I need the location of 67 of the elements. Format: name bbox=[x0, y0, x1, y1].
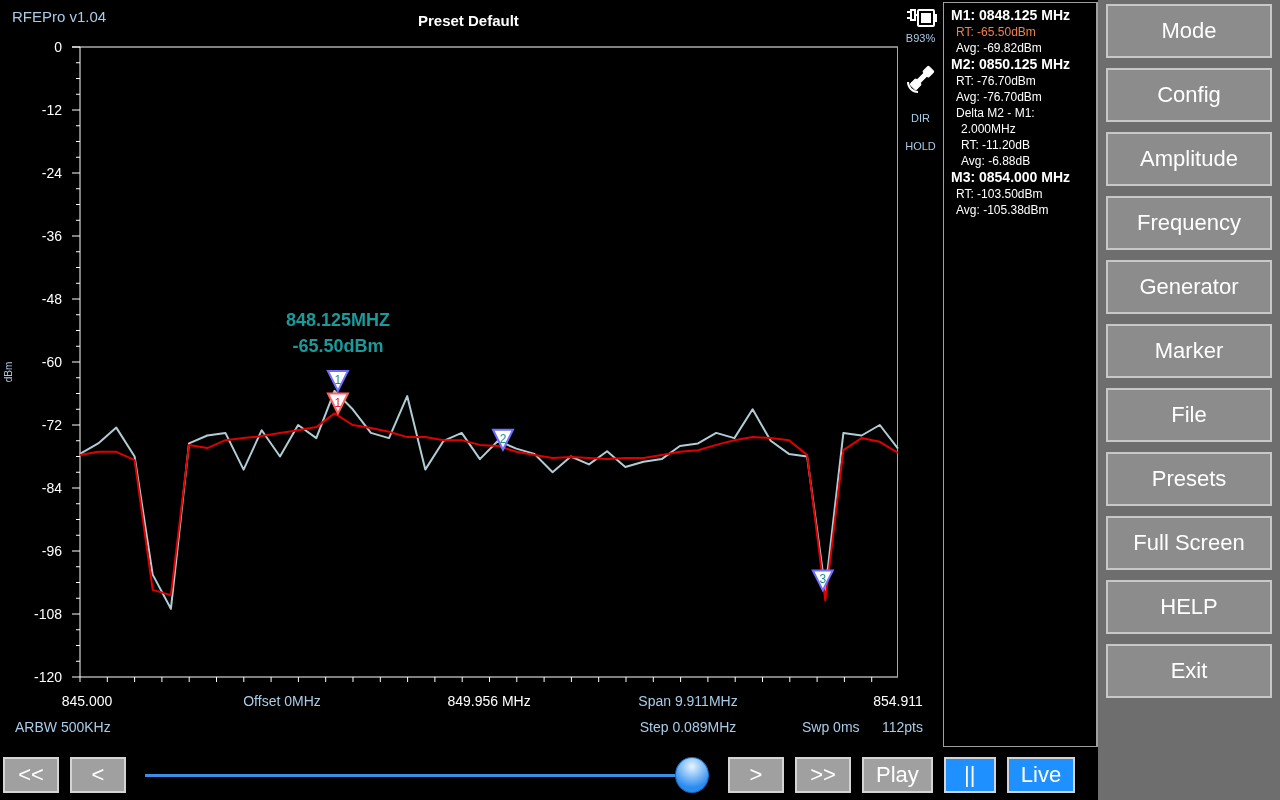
y-tick-label: -36 bbox=[41, 228, 62, 244]
y-tick-label: -60 bbox=[41, 354, 62, 370]
annotation: 1 bbox=[334, 372, 342, 387]
playback-button[interactable]: Live bbox=[1006, 757, 1076, 793]
marker-reading: RT: -76.70dBm bbox=[955, 73, 1037, 89]
marker-heading: M1: 0848.125 MHz bbox=[951, 7, 1072, 24]
marker-reading: Avg: -69.82dBm bbox=[955, 40, 1043, 56]
marker-heading: M3: 0854.000 MHz bbox=[951, 169, 1072, 186]
y-tick-label: -84 bbox=[41, 480, 62, 496]
marker-reading: 2.000MHz bbox=[960, 121, 1017, 137]
menu-button[interactable]: Exit bbox=[1106, 644, 1272, 698]
marker-frequency-readout: 848.125MHZ bbox=[285, 310, 390, 330]
y-tick-label: -108 bbox=[33, 606, 62, 622]
menu-button[interactable]: File bbox=[1106, 388, 1272, 442]
menu-button[interactable]: Amplitude bbox=[1106, 132, 1272, 186]
marker-heading: M2: 0850.125 MHz bbox=[951, 56, 1072, 73]
points-label: 112pts bbox=[882, 719, 923, 735]
annotation: 1 bbox=[334, 395, 342, 410]
y-tick-label: 0 bbox=[54, 39, 62, 55]
playback-button[interactable]: > bbox=[728, 757, 784, 793]
marker-reading: Avg: -76.70dBm bbox=[955, 89, 1043, 105]
playback-button[interactable]: << bbox=[3, 757, 59, 793]
x-tick-label: 845.000 bbox=[61, 693, 113, 709]
preset-title: Preset Default bbox=[418, 11, 519, 29]
annotation: 2 bbox=[499, 431, 507, 446]
x-tick-label: 849.956 MHz bbox=[447, 693, 531, 709]
marker-level-readout: -65.50dBm bbox=[292, 336, 384, 356]
menu-button[interactable]: Generator bbox=[1106, 260, 1272, 314]
app-version: RFEPro v1.04 bbox=[11, 7, 108, 25]
battery-level: B93% bbox=[905, 32, 936, 44]
y-tick-label: -24 bbox=[41, 165, 62, 181]
marker-reading: Delta M2 - M1: bbox=[955, 105, 1036, 121]
menu-button[interactable]: Presets bbox=[1106, 452, 1272, 506]
mode-indicator: DIR bbox=[911, 112, 930, 124]
marker-flag[interactable]: 3 bbox=[811, 569, 835, 593]
playback-button[interactable]: || bbox=[943, 757, 996, 793]
y-tick-label: -12 bbox=[41, 102, 62, 118]
marker-flag[interactable]: 1 bbox=[326, 392, 350, 416]
y-tick-label: -48 bbox=[41, 291, 62, 307]
playback-button[interactable]: < bbox=[70, 757, 126, 793]
x-tick-label: 854.911 bbox=[873, 693, 923, 709]
playback-button[interactable]: Play bbox=[862, 757, 933, 793]
annotation: 3 bbox=[819, 572, 827, 587]
step-label: Step 0.089MHz bbox=[639, 719, 737, 735]
y-axis-label: dBm bbox=[3, 361, 14, 383]
menu-button[interactable]: HELP bbox=[1106, 580, 1272, 634]
marker-reading: Avg: -6.88dB bbox=[960, 153, 1032, 169]
rbw-label: ARBW 500KHz bbox=[15, 719, 111, 735]
y-tick-label: -72 bbox=[41, 417, 62, 433]
marker-flag[interactable]: 1 bbox=[326, 369, 350, 394]
menu-button[interactable]: Mode bbox=[1106, 4, 1272, 58]
mode-indicator: HOLD bbox=[905, 140, 936, 152]
marker-flag[interactable]: 2 bbox=[491, 428, 515, 452]
menu-button[interactable]: Config bbox=[1106, 68, 1272, 122]
playback-button[interactable]: >> bbox=[795, 757, 851, 793]
marker-reading: RT: -11.20dB bbox=[960, 137, 1031, 153]
menu-button[interactable]: Marker bbox=[1106, 324, 1272, 378]
marker-reading: RT: -65.50dBm bbox=[955, 24, 1037, 40]
sweep-time-label: Swp 0ms bbox=[802, 719, 860, 735]
menu-button[interactable]: Frequency bbox=[1106, 196, 1272, 250]
menu-button[interactable]: Full Screen bbox=[1106, 516, 1272, 570]
y-tick-label: -120 bbox=[33, 669, 62, 685]
marker-reading: RT: -103.50dBm bbox=[955, 186, 1044, 202]
offset-label: Offset 0MHz bbox=[243, 693, 321, 709]
marker-reading: Avg: -105.38dBm bbox=[955, 202, 1050, 218]
y-tick-label: -96 bbox=[41, 543, 62, 559]
span-label: Span 9.911MHz bbox=[638, 693, 738, 709]
